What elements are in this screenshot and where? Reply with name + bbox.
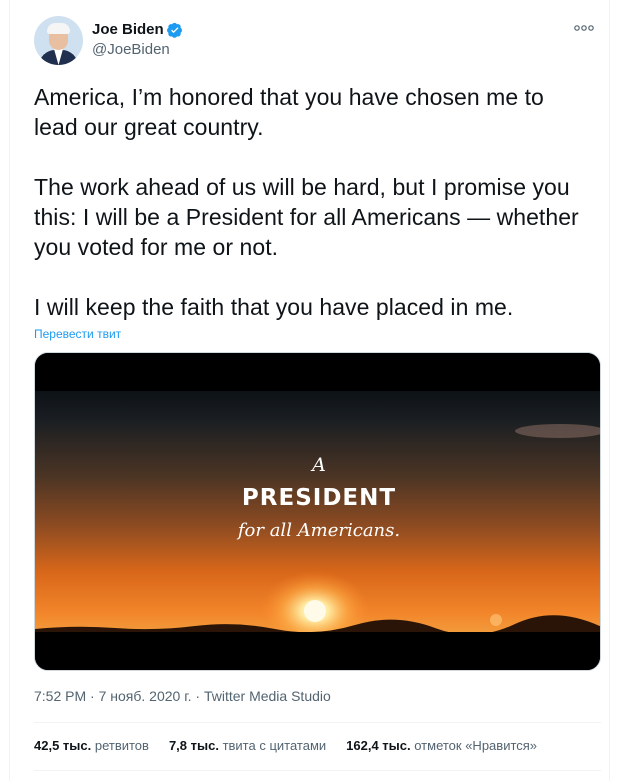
quote-tweets-count: 7,8 тыс. — [168, 738, 223, 753]
divider — [34, 770, 601, 771]
tweet-date[interactable]: 7 нояб. 2020 г. — [99, 688, 192, 704]
likes-count: 162,4 тыс. — [346, 738, 415, 753]
tweet-paragraph: The work ahead of us will be hard, but I… — [34, 174, 579, 260]
tweet-text: America, I’m honored that you have chose… — [34, 82, 594, 322]
video-frame: A PRESIDENT for all Americans. — [35, 353, 600, 670]
tweet-time[interactable]: 7:52 PM — [34, 688, 86, 704]
quote-tweets-stat[interactable]: 7,8 тыс. твита с цитатами — [169, 738, 326, 753]
retweets-count: 42,5 тыс. — [34, 738, 95, 753]
translate-tweet-link[interactable]: Перевести твит — [34, 327, 121, 341]
tweet-source[interactable]: Twitter Media Studio — [204, 688, 331, 704]
tweet-stats: 42,5 тыс. ретвитов 7,8 тыс. твита с цита… — [34, 738, 557, 753]
author-handle[interactable]: @JoeBiden — [92, 41, 170, 58]
video-title-line2: PRESIDENT — [242, 485, 396, 511]
divider — [34, 722, 601, 723]
meta-separator: · — [195, 688, 204, 704]
retweets-label: ретвитов — [94, 738, 149, 753]
retweets-stat[interactable]: 42,5 тыс. ретвитов — [34, 738, 149, 753]
avatar-hair — [47, 23, 70, 34]
verified-badge-icon — [166, 22, 182, 38]
author-name[interactable]: Joe Biden — [92, 21, 164, 38]
quote-tweets-label: твита с цитатами — [222, 738, 327, 753]
likes-stat[interactable]: 162,4 тыс. отметок «Нравится» — [346, 738, 537, 753]
video-title-line3: for all Americans. — [236, 520, 400, 541]
meta-separator: · — [90, 688, 99, 704]
tweet-paragraph: America, I’m honored that you have chose… — [34, 84, 544, 140]
avatar[interactable] — [34, 16, 83, 65]
tweet-paragraph: I will keep the faith that you have plac… — [34, 294, 514, 320]
tweet-video[interactable]: A PRESIDENT for all Americans. — [34, 352, 601, 671]
author-name-row[interactable]: Joe Biden — [92, 21, 183, 38]
tweet-meta: 7:52 PM · 7 нояб. 2020 г. · Twitter Medi… — [34, 688, 331, 704]
tweet-card: Joe Biden @JoeBiden America, I’m honored… — [9, 0, 610, 781]
likes-label: отметок «Нравится» — [414, 738, 538, 753]
video-title-line1: A — [310, 454, 326, 476]
more-dots-icon[interactable] — [573, 21, 595, 35]
